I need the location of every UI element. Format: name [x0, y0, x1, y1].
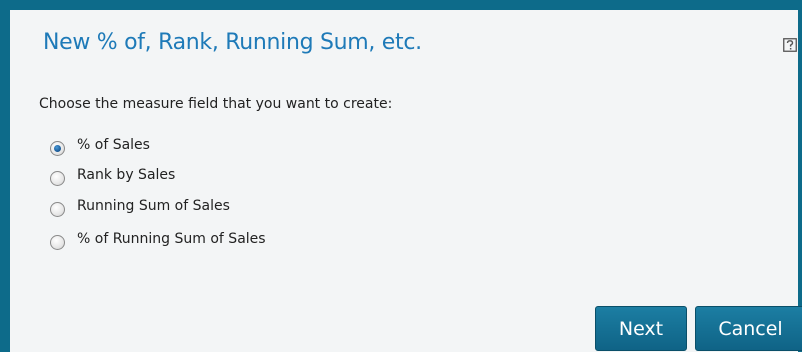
option-rank-by-sales[interactable]: Rank by Sales [50, 164, 175, 186]
cancel-button[interactable]: Cancel [695, 306, 802, 351]
prompt-text: Choose the measure field that you want t… [39, 96, 393, 112]
option-percent-running-sum-of-sales[interactable]: % of Running Sum of Sales [50, 228, 266, 250]
radio-icon[interactable] [50, 234, 65, 250]
option-label: Rank by Sales [77, 167, 176, 183]
help-icon[interactable] [783, 38, 797, 54]
option-label: % of Running Sum of Sales [77, 231, 266, 247]
option-percent-of-sales[interactable]: % of Sales [50, 134, 150, 156]
option-running-sum-of-sales[interactable]: Running Sum of Sales [50, 195, 230, 217]
dialog-title: New % of, Rank, Running Sum, etc. [43, 30, 422, 55]
option-label: Running Sum of Sales [77, 198, 230, 214]
next-button[interactable]: Next [595, 306, 687, 351]
radio-icon[interactable] [50, 201, 65, 217]
radio-icon[interactable] [50, 170, 65, 186]
measure-dialog: New % of, Rank, Running Sum, etc. Choose… [0, 0, 802, 352]
option-label: % of Sales [77, 137, 150, 153]
radio-selected-icon[interactable] [50, 140, 65, 156]
